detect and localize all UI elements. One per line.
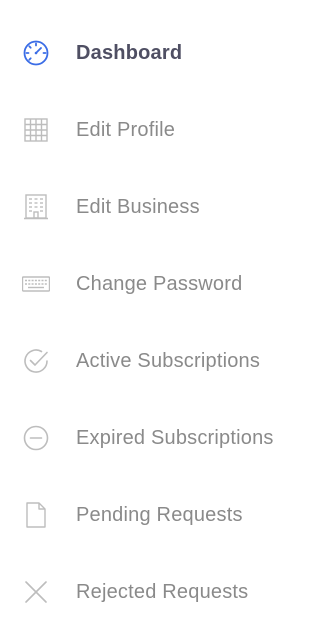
sidebar-item-edit-profile[interactable]: Edit Profile (0, 103, 333, 157)
sidebar-item-label: Edit Business (76, 195, 200, 218)
sidebar-item-label: Dashboard (76, 41, 183, 64)
sidebar-item-label: Edit Profile (76, 118, 176, 141)
sidebar-item-label: Expired Subscriptions (76, 426, 274, 449)
sidebar-item-expired-subscriptions[interactable]: Expired Subscriptions (0, 411, 333, 465)
close-icon (20, 576, 52, 608)
sidebar-item-label: Change Password (76, 272, 243, 295)
sidebar-item-edit-business[interactable]: Edit Business (0, 180, 333, 234)
sidebar-item-active-subscriptions[interactable]: Active Subscriptions (0, 334, 333, 388)
sidebar-menu: Dashboard Edit Profile Edit Business Cha… (0, 0, 333, 631)
file-icon (20, 499, 52, 531)
minus-circle-icon (20, 422, 52, 454)
grid-icon (20, 114, 52, 146)
sidebar-item-change-password[interactable]: Change Password (0, 257, 333, 311)
check-circle-icon (20, 345, 52, 377)
sidebar-item-pending-requests[interactable]: Pending Requests (0, 488, 333, 542)
sidebar-item-rejected-requests[interactable]: Rejected Requests (0, 565, 333, 619)
sidebar-item-label: Active Subscriptions (76, 349, 261, 372)
sidebar-item-dashboard[interactable]: Dashboard (0, 26, 333, 80)
sidebar-item-label: Pending Requests (76, 503, 243, 526)
keyboard-icon (20, 268, 52, 300)
gauge-icon (20, 37, 52, 69)
sidebar-item-label: Rejected Requests (76, 580, 249, 603)
building-icon (20, 191, 52, 223)
